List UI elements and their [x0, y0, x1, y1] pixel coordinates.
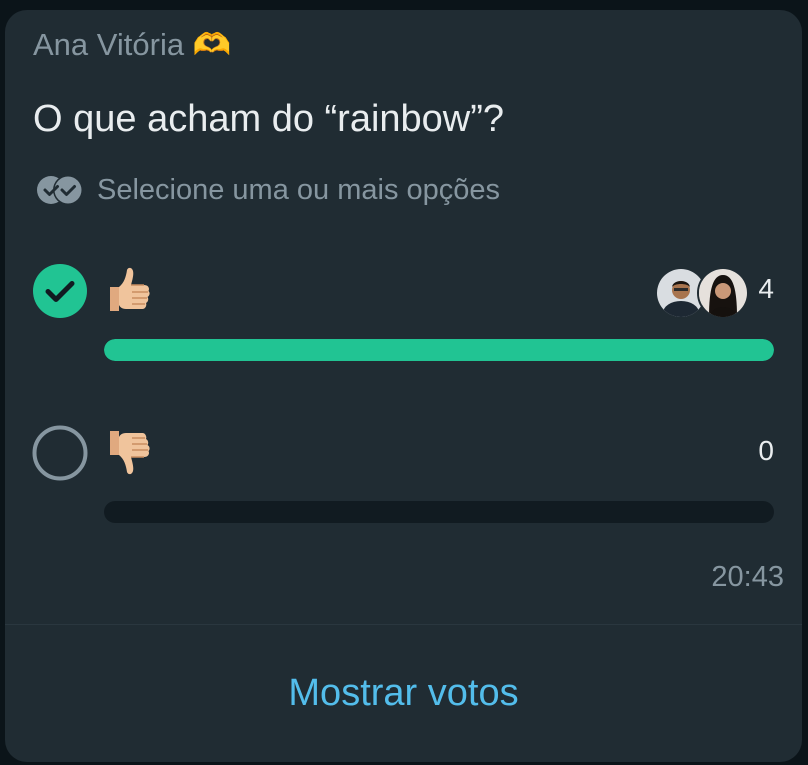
- checked-circle-icon[interactable]: [32, 263, 88, 319]
- poll-hint-text: Selecione uma ou mais opções: [97, 173, 501, 206]
- poll-hint: Selecione uma ou mais opções: [35, 170, 500, 210]
- sender-name[interactable]: Ana Vitória 🫶: [33, 26, 231, 63]
- voter-avatars[interactable]: [655, 267, 749, 319]
- poll-message-bubble: Ana Vitória 🫶 O que acham do “rainbow”? …: [5, 10, 802, 762]
- message-timestamp: 20:43: [711, 561, 784, 593]
- vote-progress-fill: [104, 339, 774, 361]
- poll-question: O que acham do “rainbow”?: [33, 98, 505, 140]
- poll-option-thumbs-down[interactable]: 0: [5, 425, 802, 535]
- thumbs-up-icon: [110, 267, 150, 311]
- vote-count: 4: [758, 273, 774, 304]
- poll-option-thumbs-up[interactable]: 4: [5, 263, 802, 373]
- vote-count: 0: [758, 435, 774, 466]
- thumbs-down-icon: [110, 431, 150, 475]
- vote-progress-bar: [104, 339, 774, 361]
- unchecked-circle-icon[interactable]: [32, 425, 88, 481]
- vote-progress-bar: [104, 501, 774, 523]
- double-check-icon: [37, 175, 83, 205]
- show-votes-button[interactable]: Mostrar votos: [5, 625, 802, 762]
- avatar: [697, 267, 749, 319]
